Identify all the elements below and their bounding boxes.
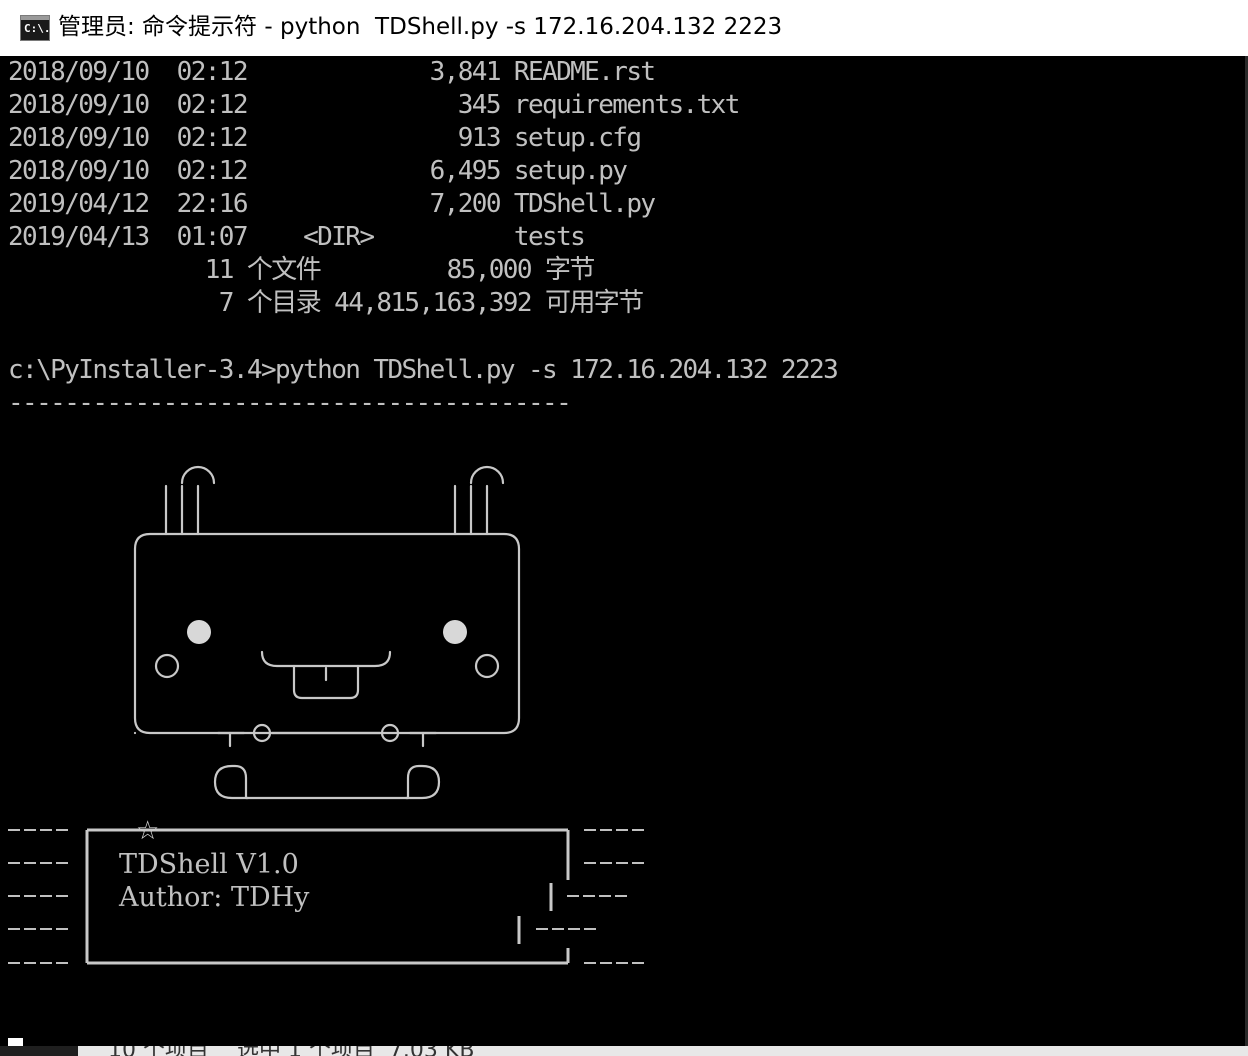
- banner-title: TDShell V1.0: [119, 849, 299, 880]
- command-prompt-window: C:\. 管理员: 命令提示符 - python TDShell.py -s 1…: [0, 0, 1248, 1056]
- banner-author: Author: TDHy: [119, 882, 310, 913]
- text-cursor: [8, 1038, 23, 1046]
- right-foot: [404, 764, 441, 800]
- left-foot: [213, 764, 250, 800]
- right-antenna-loop: [469, 465, 505, 485]
- star-icon: ☆: [136, 816, 160, 846]
- status-bar-text: 10 个项目 选中 1 个项目 7.03 KB: [108, 1046, 474, 1056]
- window-title: 管理员: 命令提示符 - python TDShell.py -s 172.16…: [58, 14, 783, 40]
- console-output[interactable]: 2018/09/10 02:12 3,841 README.rst 2018/0…: [0, 56, 1248, 1046]
- right-cheek: [474, 653, 500, 679]
- right-eye: [443, 620, 467, 644]
- mouth: [260, 650, 392, 668]
- cmd-icon[interactable]: C:\.: [20, 15, 51, 41]
- left-cheek: [154, 653, 180, 679]
- title-bar[interactable]: C:\. 管理员: 命令提示符 - python TDShell.py -s 1…: [0, 0, 1248, 57]
- left-antenna-loop: [180, 465, 216, 485]
- cmd-icon-label: C:\.: [24, 22, 51, 35]
- status-bar-left-block: [0, 1046, 78, 1056]
- cmd-icon-bar: [21, 16, 49, 20]
- left-eye: [187, 620, 211, 644]
- explorer-status-bar: 10 个项目 选中 1 个项目 7.03 KB: [0, 1046, 1248, 1056]
